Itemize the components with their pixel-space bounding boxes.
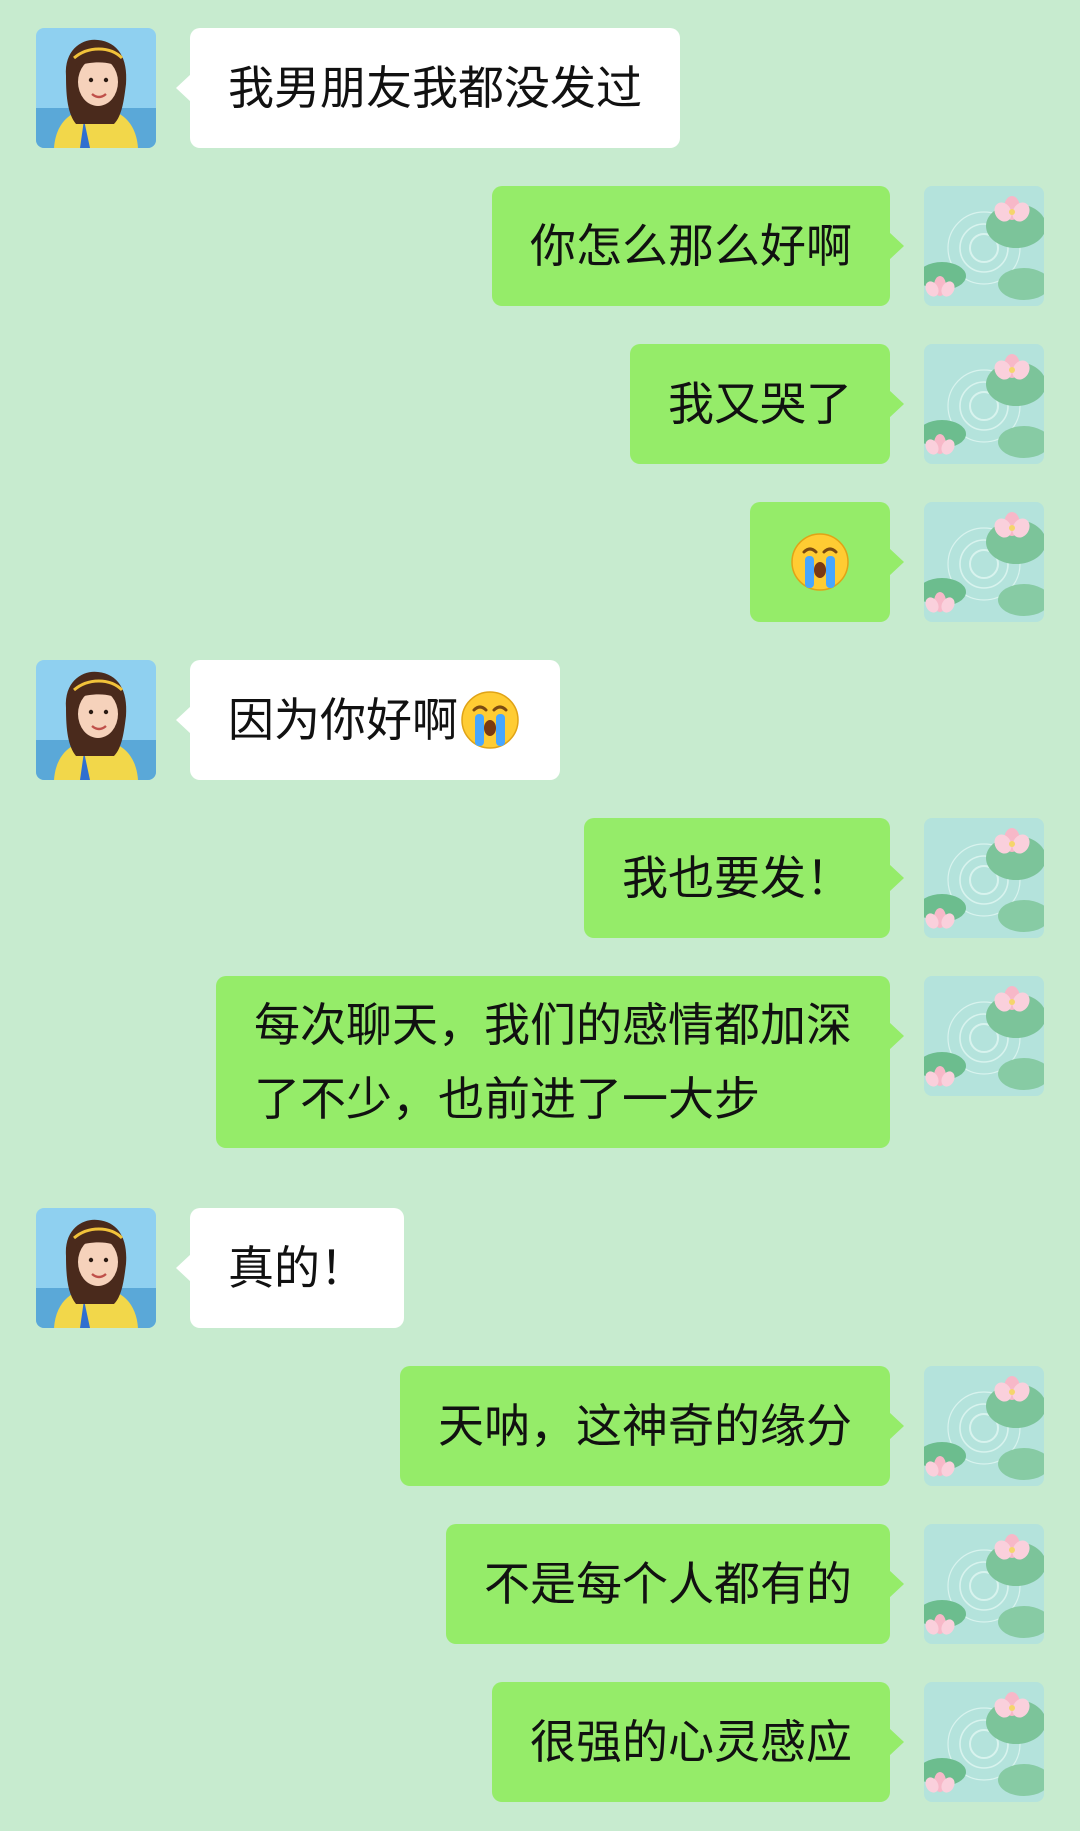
message-bubble[interactable]: 我男朋友我都没发过 xyxy=(176,28,680,148)
message-bubble[interactable]: 天呐，这神奇的缘分 xyxy=(400,1366,904,1486)
message-text: 因为你好啊 xyxy=(228,693,458,747)
self-avatar[interactable] xyxy=(924,186,1044,306)
lotus-pond-icon xyxy=(924,1682,1044,1802)
message-text: 真的！ xyxy=(228,1241,366,1295)
message-text: 你怎么那么好啊 xyxy=(530,219,852,273)
self-avatar[interactable] xyxy=(924,1366,1044,1486)
message-text: 很强的心灵感应 xyxy=(530,1715,852,1769)
bubble-tail xyxy=(176,1254,191,1282)
bubble-tail xyxy=(889,548,904,576)
self-avatar[interactable] xyxy=(924,502,1044,622)
girl-portrait-icon xyxy=(36,28,156,148)
message-text: 我男朋友我都没发过 xyxy=(228,61,642,115)
message-bubble[interactable] xyxy=(750,502,904,622)
bubble-tail xyxy=(889,390,904,418)
lotus-pond-icon xyxy=(924,818,1044,938)
message-bubble[interactable]: 因为你好啊 xyxy=(176,660,560,780)
lotus-pond-icon xyxy=(924,1366,1044,1486)
message-text: 天呐，这神奇的缘分 xyxy=(438,1399,852,1453)
message-bubble[interactable]: 我又哭了 xyxy=(630,344,904,464)
lotus-pond-icon xyxy=(924,976,1044,1096)
bubble-tail xyxy=(176,706,191,734)
girl-portrait-icon xyxy=(36,660,156,780)
message-bubble[interactable]: 真的！ xyxy=(176,1208,404,1328)
self-avatar[interactable] xyxy=(924,1682,1044,1802)
bubble-tail xyxy=(889,1022,904,1050)
bubble-tail xyxy=(889,1728,904,1756)
contact-avatar[interactable] xyxy=(36,28,156,148)
contact-avatar[interactable] xyxy=(36,660,156,780)
message-text-line: 每次聊天，我们的感情都加深 xyxy=(254,998,852,1052)
crying-face-icon xyxy=(788,530,852,594)
self-avatar[interactable] xyxy=(924,818,1044,938)
lotus-pond-icon xyxy=(924,502,1044,622)
message-text: 不是每个人都有的 xyxy=(484,1557,852,1611)
message-bubble[interactable]: 每次聊天，我们的感情都加深 了不少，也前进了一大步 xyxy=(216,976,904,1148)
self-avatar[interactable] xyxy=(924,344,1044,464)
self-avatar[interactable] xyxy=(924,976,1044,1096)
message-text: 我又哭了 xyxy=(668,377,852,431)
bubble-tail xyxy=(889,1570,904,1598)
lotus-pond-icon xyxy=(924,344,1044,464)
crying-face-icon xyxy=(458,688,522,752)
chat-window[interactable]: 我男朋友我都没发过 你怎么那么好啊 我又哭了 因为你好啊 我也要发！ 每次聊天，… xyxy=(0,0,1080,1831)
bubble-tail xyxy=(889,1412,904,1440)
contact-avatar[interactable] xyxy=(36,1208,156,1328)
bubble-tail xyxy=(176,74,191,102)
lotus-pond-icon xyxy=(924,186,1044,306)
bubble-tail xyxy=(889,232,904,260)
message-text-line: 了不少，也前进了一大步 xyxy=(254,1072,760,1126)
lotus-pond-icon xyxy=(924,1524,1044,1644)
message-text: 我也要发！ xyxy=(622,851,852,905)
message-bubble[interactable]: 很强的心灵感应 xyxy=(492,1682,904,1802)
self-avatar[interactable] xyxy=(924,1524,1044,1644)
message-bubble[interactable]: 不是每个人都有的 xyxy=(446,1524,904,1644)
girl-portrait-icon xyxy=(36,1208,156,1328)
message-bubble[interactable]: 你怎么那么好啊 xyxy=(492,186,904,306)
bubble-tail xyxy=(889,864,904,892)
message-bubble[interactable]: 我也要发！ xyxy=(584,818,904,938)
